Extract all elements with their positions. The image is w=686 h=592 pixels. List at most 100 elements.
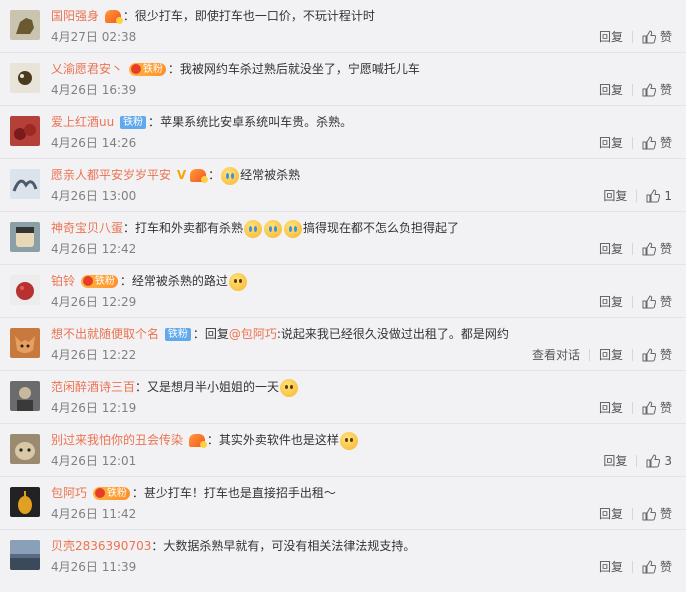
reply-button[interactable]: 回复: [599, 81, 623, 99]
avatar[interactable]: [10, 169, 40, 199]
avatar[interactable]: [10, 487, 40, 517]
kiss-emoji-icon: [280, 378, 299, 397]
comment-username[interactable]: 别过来我怕你的丑会传染: [51, 433, 183, 447]
fan-badge[interactable]: 铁粉: [128, 63, 166, 76]
colon: ：: [206, 433, 219, 447]
reply-button[interactable]: 回复: [599, 399, 623, 417]
comment-username[interactable]: 贝壳2836390703: [51, 539, 151, 553]
crying-emoji-icon: [264, 219, 283, 238]
comment-username[interactable]: 铂铃: [51, 274, 75, 288]
like-button[interactable]: 赞: [642, 81, 672, 99]
vip-icon[interactable]: [190, 169, 209, 183]
like-count: 3: [664, 454, 672, 468]
fan-badge[interactable]: 铁粉: [120, 116, 147, 129]
comment-time: 4月26日 11:39: [51, 560, 137, 574]
comment-content: 神奇宝贝八蛋：打车和外卖都有杀熟 搞得现在都不怎么负担得起了: [51, 218, 678, 238]
comment-actions: 回复 赞: [599, 134, 672, 152]
comment-item: 贝壳2836390703：大数据杀熟早就有，可没有相关法律法规支持。 4月26日…: [0, 530, 686, 583]
comment-text: 大数据杀熟早就有，可没有相关法律法规支持。: [163, 539, 416, 553]
comment-content: 爱上红酒uu 铁粉 ：苹果系统比安卓系统叫车贵。杀熟。: [51, 112, 678, 132]
thumb-up-icon: [642, 136, 656, 150]
thumb-up-icon: [646, 454, 661, 468]
comment-username[interactable]: 神奇宝贝八蛋: [51, 221, 123, 235]
avatar[interactable]: [10, 434, 40, 464]
comment-item: 爱上红酒uu 铁粉 ：苹果系统比安卓系统叫车贵。杀熟。 4月26日 14:26 回…: [0, 106, 686, 159]
like-button[interactable]: 1: [646, 187, 672, 205]
comment-time: 4月26日 14:26: [51, 136, 137, 150]
reply-button[interactable]: 回复: [599, 28, 623, 46]
comment-username[interactable]: 包阿巧: [51, 486, 87, 500]
reply-button[interactable]: 回复: [599, 505, 623, 523]
divider: [631, 243, 633, 255]
avatar[interactable]: [10, 116, 40, 146]
thumb-up-icon: [642, 83, 656, 97]
vip-icon[interactable]: [104, 10, 123, 24]
colon: ：: [131, 486, 144, 500]
fan-badge[interactable]: 铁粉: [92, 487, 130, 500]
like-button[interactable]: 赞: [642, 28, 672, 46]
avatar[interactable]: [10, 10, 40, 40]
crying-emoji-icon: [244, 219, 263, 238]
comment-content: 铂铃 铁粉 ：经常被杀熟的路过: [51, 271, 678, 291]
like-button[interactable]: 赞: [642, 399, 672, 417]
verified-v-icon[interactable]: V: [177, 165, 186, 185]
comment-username[interactable]: 国阳强身: [51, 9, 99, 23]
like-label: 赞: [659, 348, 672, 362]
like-label: 赞: [659, 242, 672, 256]
avatar[interactable]: [10, 63, 40, 93]
thumb-up-icon: [642, 348, 656, 362]
comment-username[interactable]: 范闲醉酒诗三百: [51, 380, 135, 394]
reply-button[interactable]: 回复: [599, 240, 623, 258]
reply-button[interactable]: 回复: [599, 346, 623, 364]
like-button[interactable]: 3: [646, 452, 672, 470]
avatar[interactable]: [10, 275, 40, 305]
avatar[interactable]: [10, 328, 40, 358]
comment-text: 经常被杀熟的路过: [131, 274, 228, 288]
like-button[interactable]: 赞: [642, 558, 672, 576]
comment-content: 范闲醉酒诗三百：又是想月半小姐姐的一天: [51, 377, 678, 397]
comment-content: 国阳强身 ：很少打车，即使打车也一口价，不玩计程计时: [51, 6, 678, 26]
like-button[interactable]: 赞: [642, 505, 672, 523]
reply-button[interactable]: 回复: [603, 187, 627, 205]
reply-button[interactable]: 回复: [599, 558, 623, 576]
fan-badge[interactable]: 铁粉: [164, 328, 191, 341]
comment-content: 乂渝愿君安丶 铁粉 ：我被网约车杀过熟后就没坐了，宁愿喊托儿车: [51, 59, 678, 79]
vip-icon[interactable]: [188, 434, 207, 448]
like-button[interactable]: 赞: [642, 346, 672, 364]
comment-item: 别过来我怕你的丑会传染 ：其实外卖软件也是这样 4月26日 12:01 回复 3: [0, 424, 686, 477]
divider: [636, 455, 638, 467]
comment-username[interactable]: 想不出就随便取个名: [51, 327, 159, 341]
reply-button[interactable]: 回复: [603, 452, 627, 470]
comment-text: 很少打车，即使打车也一口价，不玩计程计时: [134, 9, 375, 23]
mention-link[interactable]: @包阿巧: [229, 327, 277, 341]
avatar[interactable]: [10, 540, 40, 570]
like-label: 赞: [659, 83, 672, 97]
like-count: 1: [664, 189, 672, 203]
comment-username[interactable]: 愿亲人都平安岁岁平安: [51, 168, 171, 182]
avatar[interactable]: [10, 381, 40, 411]
like-label: 赞: [659, 136, 672, 150]
comment-content: 愿亲人都平安岁岁平安 V ： 经常被杀熟: [51, 165, 678, 185]
comment-time: 4月26日 11:42: [51, 507, 137, 521]
like-button[interactable]: 赞: [642, 134, 672, 152]
comment-item: 神奇宝贝八蛋：打车和外卖都有杀熟 搞得现在都不怎么负担得起了 4月26日 12:4…: [0, 212, 686, 265]
comment-item: 铂铃 铁粉 ：经常被杀熟的路过 4月26日 12:29 回复 赞: [0, 265, 686, 318]
comment-actions: 回复 3: [603, 452, 672, 470]
view-conversation-link[interactable]: 查看对话: [532, 346, 580, 364]
comment-actions: 回复 赞: [599, 240, 672, 258]
comment-username[interactable]: 爱上红酒uu: [51, 115, 114, 129]
colon: ：: [148, 115, 161, 129]
avatar[interactable]: [10, 222, 40, 252]
reply-button[interactable]: 回复: [599, 293, 623, 311]
comment-text: 我被网约车杀过熟后就没坐了，宁愿喊托儿车: [179, 62, 420, 76]
comment-time: 4月26日 16:39: [51, 83, 137, 97]
comment-username[interactable]: 乂渝愿君安丶: [51, 62, 123, 76]
reply-button[interactable]: 回复: [599, 134, 623, 152]
divider: [631, 137, 633, 149]
like-label: 赞: [659, 560, 672, 574]
thumb-up-icon: [642, 401, 656, 415]
comment-actions: 回复 1: [603, 187, 672, 205]
fan-badge[interactable]: 铁粉: [80, 275, 118, 288]
like-button[interactable]: 赞: [642, 240, 672, 258]
like-button[interactable]: 赞: [642, 293, 672, 311]
